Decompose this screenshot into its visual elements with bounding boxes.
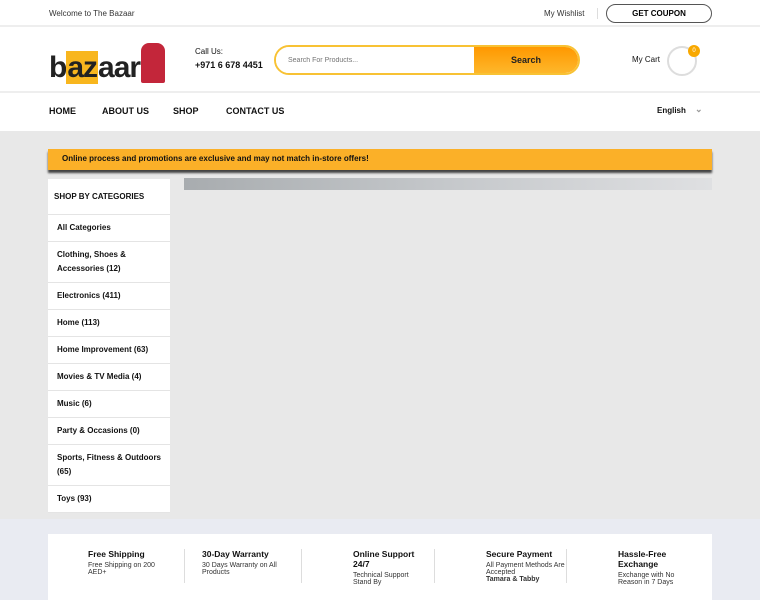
call-us: Call Us: +971 6 678 4451 — [195, 47, 263, 70]
chevron-down-icon[interactable]: ⌄ — [695, 104, 703, 115]
category-item[interactable]: Music (6) — [48, 391, 170, 418]
feature-title: Online Support 24/7 — [353, 549, 415, 569]
logo-figure-icon — [141, 43, 165, 83]
search-input[interactable] — [276, 47, 474, 73]
header: bazaar Call Us: +971 6 678 4451 Search M… — [0, 27, 760, 93]
main-content: Online process and promotions are exclus… — [0, 131, 760, 519]
wishlist-link[interactable]: My Wishlist — [544, 9, 584, 18]
main-nav: HOME ABOUT US SHOP CONTACT US English ⌄ — [0, 93, 760, 129]
category-item[interactable]: Movies & TV Media (4) — [48, 364, 170, 391]
divider — [597, 8, 598, 19]
category-item[interactable]: Clothing, Shoes & Accessories (12) — [48, 242, 170, 283]
features-section: Free Shipping Free Shipping on 200 AED+ 3… — [0, 519, 760, 604]
nav-contact-us[interactable]: CONTACT US — [226, 106, 284, 116]
get-coupon-button[interactable]: GET COUPON — [606, 4, 712, 23]
feature-title: 30-Day Warranty — [202, 549, 269, 559]
feature-title: Free Shipping — [88, 549, 145, 559]
logo[interactable]: bazaar — [49, 43, 169, 89]
category-item[interactable]: Home Improvement (63) — [48, 337, 170, 364]
language-select[interactable]: English — [657, 106, 686, 115]
feature-title: Secure Payment — [486, 549, 553, 559]
category-item[interactable]: Sports, Fitness & Outdoors (65) — [48, 445, 170, 486]
cart-label[interactable]: My Cart — [632, 55, 660, 64]
category-item[interactable]: Home (113) — [48, 310, 170, 337]
cart-count-badge: 0 — [688, 45, 700, 57]
search-bar: Search — [274, 45, 580, 75]
sidebar-title: SHOP BY CATEGORIES — [48, 179, 170, 215]
category-sidebar: SHOP BY CATEGORIES All Categories Clothi… — [48, 179, 170, 513]
category-item[interactable]: All Categories — [48, 215, 170, 242]
nav-shop[interactable]: SHOP — [173, 106, 199, 116]
welcome-text: Welcome to The Bazaar — [49, 9, 135, 18]
top-bar: Welcome to The Bazaar My Wishlist GET CO… — [0, 0, 760, 27]
nav-about-us[interactable]: ABOUT US — [102, 106, 149, 116]
hero-banner-image[interactable] — [184, 178, 712, 190]
feature-title: Hassle-Free Exchange — [618, 549, 667, 569]
phone-number: +971 6 678 4451 — [195, 60, 263, 70]
promo-banner: Online process and promotions are exclus… — [48, 149, 712, 170]
category-item[interactable]: Party & Occasions (0) — [48, 418, 170, 445]
search-button[interactable]: Search — [474, 47, 578, 73]
category-item[interactable]: Toys (93) — [48, 486, 170, 513]
category-item[interactable]: Electronics (411) — [48, 283, 170, 310]
nav-home[interactable]: HOME — [49, 106, 76, 116]
